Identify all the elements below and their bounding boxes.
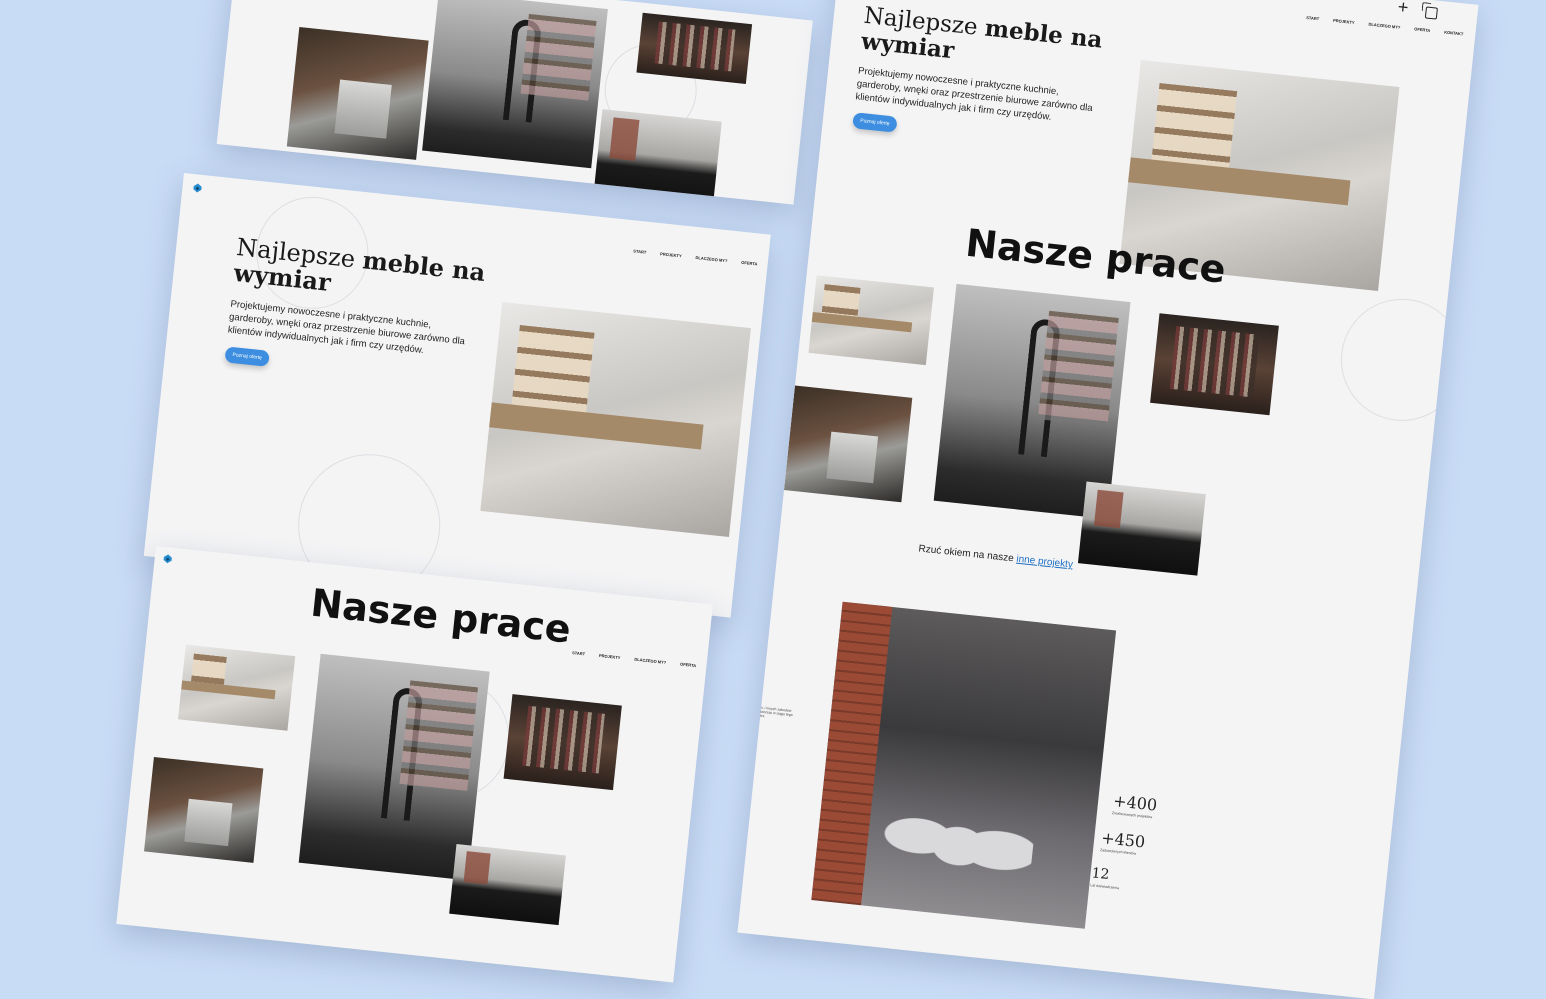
hero-kitchen-photo [480, 301, 751, 537]
stats-since-year: 2012 [737, 681, 760, 702]
gallery-photo-black-kitchen[interactable] [1077, 481, 1206, 576]
gallery-photo-black-kitchen[interactable] [593, 109, 722, 205]
cta-button[interactable]: Poznaj ofertę [224, 346, 270, 367]
mockup-gallery-top [216, 0, 813, 205]
gallery-photo-kitchen[interactable] [178, 644, 296, 731]
mockup-hero-left: START PROJEKTY DLACZEGO MY? OFERTA KONTA… [143, 173, 771, 618]
stats-since-text: Projekty mebli kuchennych, i innych zabu… [737, 702, 793, 719]
gallery-photo-kitchen[interactable] [808, 275, 934, 366]
nav-why-us[interactable]: DLACZEGO MY? [634, 657, 666, 665]
hero-title: Najlepsze meble na wymiar [232, 233, 487, 313]
logo-icon[interactable] [192, 182, 203, 195]
nav-contact[interactable]: KONTAKT [710, 665, 713, 672]
nav-contact[interactable]: KONTAKT [1444, 29, 1464, 36]
copy-icon[interactable] [1424, 6, 1438, 20]
plus-icon[interactable]: + [1397, 0, 1410, 19]
gallery-photo-wardrobe[interactable] [503, 694, 622, 791]
more-projects-prefix: Rzuć okiem na nasze [917, 543, 1015, 565]
gallery-photo-wardrobe[interactable] [1150, 313, 1279, 416]
gallery-photo-sink[interactable] [422, 0, 608, 169]
mockup-full-page: + START PROJEKTY DLACZEGO MY? OFERTA KON… [737, 0, 1479, 999]
logo-icon[interactable] [162, 553, 173, 566]
nav-start[interactable]: START [1306, 15, 1319, 21]
top-nav: START PROJEKTY DLACZEGO MY? OFERTA KONTA… [1306, 15, 1464, 36]
mockup-gallery-bottom: Nasze prace START PROJEKTY DLACZEGO MY? … [116, 546, 713, 983]
stats-years-lbl: Lat doświadczenia [1090, 883, 1120, 891]
more-projects-link[interactable]: inne projekty [1016, 554, 1074, 571]
feature-kitchen-photo [811, 601, 1117, 929]
gallery-photo-black-kitchen[interactable] [449, 844, 566, 926]
stats-years-num: 12 [1090, 865, 1111, 884]
nav-projects[interactable]: PROJEKTY [660, 251, 682, 258]
nav-start[interactable]: START [572, 650, 585, 656]
gallery-photo-wardrobe[interactable] [636, 12, 753, 84]
top-nav: START PROJEKTY DLACZEGO MY? OFERTA KONTA… [572, 650, 713, 671]
nav-projects[interactable]: PROJEKTY [599, 653, 621, 660]
gallery-photo-island[interactable] [144, 756, 264, 863]
top-nav: START PROJEKTY DLACZEGO MY? OFERTA KONTA… [633, 248, 771, 269]
nav-offer[interactable]: OFERTA [680, 661, 697, 668]
more-projects-line: Rzuć okiem na nasze inne projekty [918, 543, 1073, 570]
nav-start[interactable]: START [633, 248, 646, 254]
works-title: Nasze prace [308, 580, 573, 652]
nav-offer[interactable]: OFERTA [741, 260, 758, 267]
gallery-photo-island[interactable] [783, 385, 913, 503]
nav-offer[interactable]: OFERTA [1414, 26, 1431, 33]
hero-title-bold-1: meble na [983, 14, 1104, 54]
nav-why-us[interactable]: DLACZEGO MY? [1368, 22, 1400, 30]
nav-projects[interactable]: PROJEKTY [1333, 18, 1355, 25]
gallery-photo-island[interactable] [286, 26, 429, 160]
nav-why-us[interactable]: DLACZEGO MY? [695, 255, 727, 263]
hero-title-bold-1: meble na [361, 245, 487, 287]
cta-button[interactable]: Poznaj ofertę [852, 112, 898, 133]
